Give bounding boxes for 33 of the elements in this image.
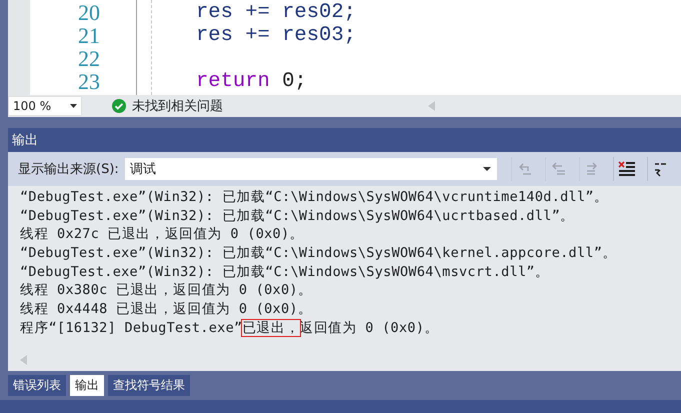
source-dropdown[interactable]: 调试 [124, 158, 497, 180]
clear-all-icon [618, 161, 636, 177]
code-text: 0; [281, 70, 307, 93]
panel-tab[interactable]: 输出 [70, 375, 104, 396]
output-line: “DebugTest.exe”(Win32): 已加载“C:\Windows\SysWOW64\kernel.appcore.dll”。 [20, 244, 618, 263]
code-text: res += res02; [196, 1, 356, 24]
panel-tab[interactable]: 查找符号结果 [108, 375, 190, 396]
output-line: “DebugTest.exe”(Win32): 已加载“C:\Windows\SysWOW64\ucrtbased.dll”。 [20, 206, 576, 226]
panel-title: 输出 [8, 128, 681, 152]
output-line: 线程 0x4448 已退出，返回值为 0 (0x0)。 [20, 300, 314, 319]
caret-icon [482, 167, 491, 171]
output-line: 程序“[16132] DebugTest.exe”已退出，返回值为 0 (0x0)。 [20, 318, 440, 338]
line-number: 23 [77, 70, 100, 93]
previous-icon [551, 161, 568, 177]
scroll-left-icon[interactable] [428, 101, 435, 111]
code-text: res += res03; [196, 24, 356, 47]
line-number: 21 [77, 24, 100, 47]
source-label: 显示输出来源(S): [18, 161, 119, 178]
line-number: 22 [77, 47, 100, 70]
code-keyword: return [196, 70, 270, 93]
output-line: “DebugTest.exe”(Win32): 已加载“C:\Windows\SysWOW64\msvcrt.dll”。 [20, 262, 550, 282]
zoom-dropdown[interactable]: 100 % [8, 96, 82, 116]
issues-status: 未找到相关问题 [132, 98, 223, 115]
line-number: 20 [77, 1, 100, 24]
output-line: 线程 0x27c 已退出，返回值为 0 (0x0)。 [20, 225, 305, 244]
check-icon [112, 99, 126, 113]
scroll-left-icon[interactable] [20, 355, 27, 365]
caret-icon [70, 104, 77, 108]
output-line: “DebugTest.exe”(Win32): 已加载“C:\Windows\SysWOW64\vcruntime140d.dll”。 [20, 188, 610, 207]
output-line: 线程 0x380c 已退出，返回值为 0 (0x0)。 [20, 281, 314, 300]
panel-tab[interactable]: 错误列表 [8, 375, 66, 396]
goto-icon [517, 161, 534, 177]
word-wrap-icon [654, 161, 668, 177]
